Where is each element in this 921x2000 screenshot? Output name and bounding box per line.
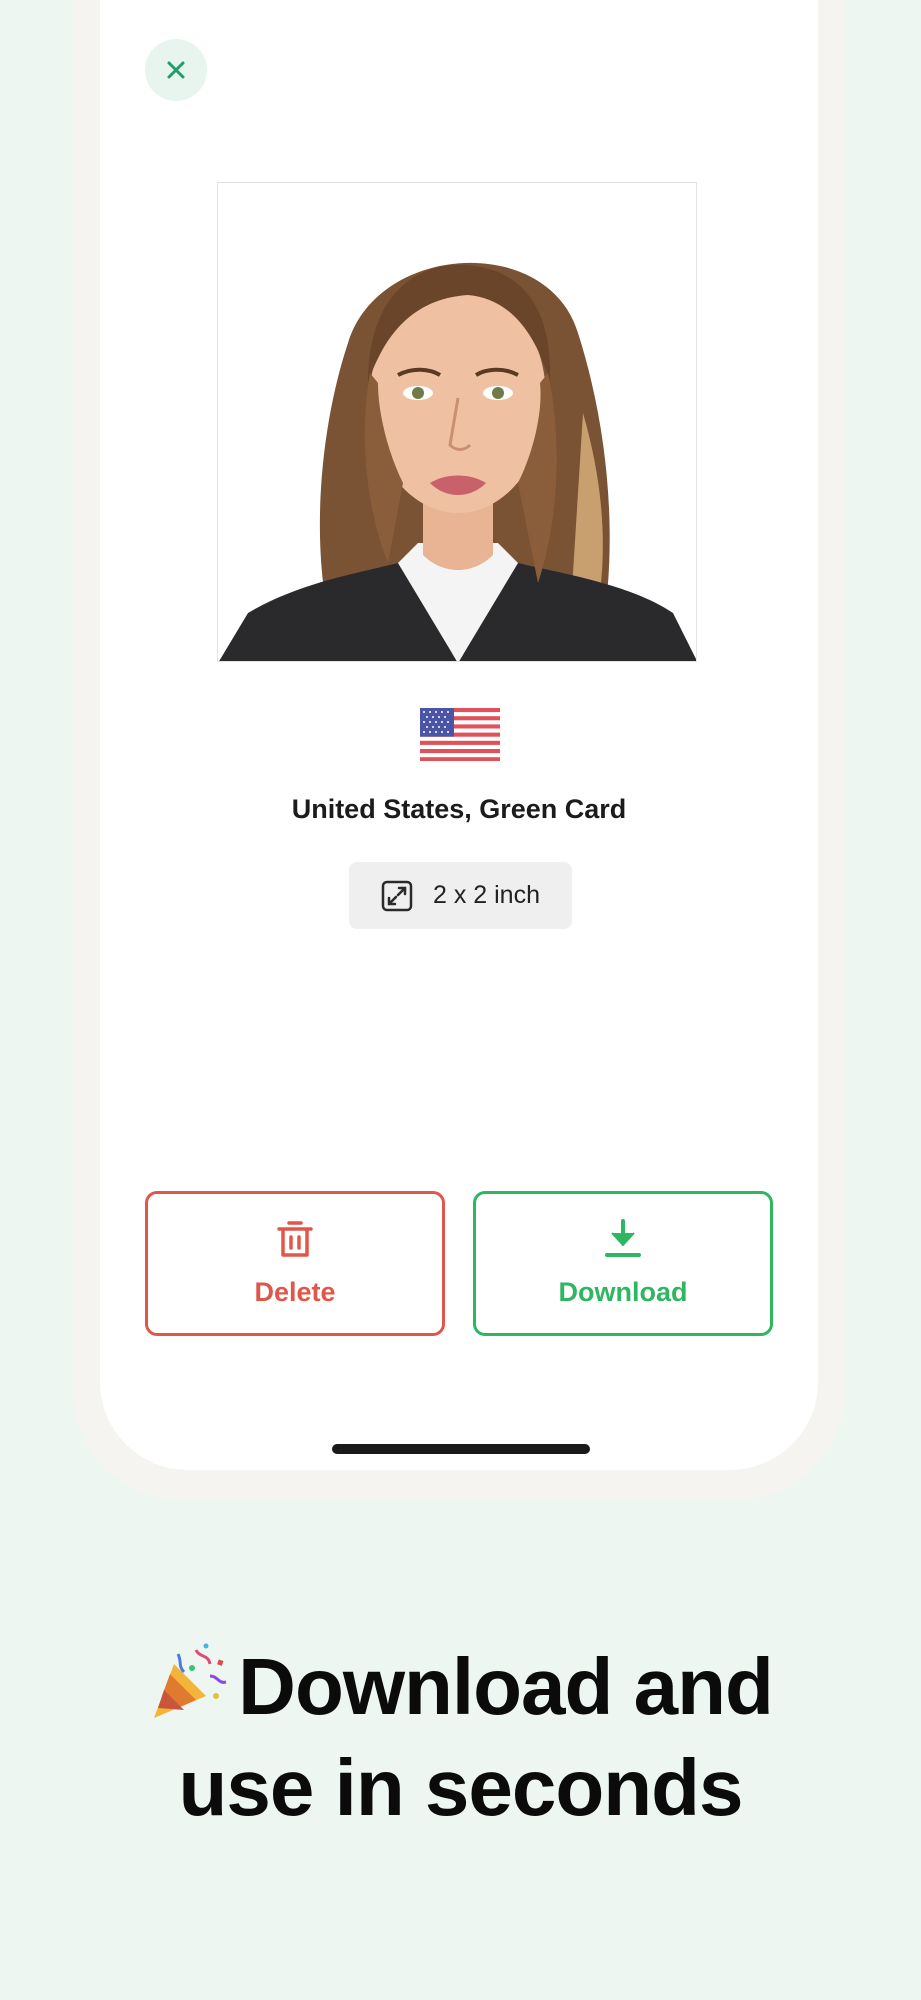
close-icon [167, 61, 185, 79]
delete-button[interactable]: Delete [145, 1191, 445, 1336]
us-flag-icon [420, 708, 500, 761]
close-button[interactable] [145, 39, 207, 101]
download-button[interactable]: Download [473, 1191, 773, 1336]
size-label: 2 x 2 inch [432, 881, 540, 909]
portrait-photo [218, 183, 696, 661]
delete-label: Delete [254, 1277, 336, 1307]
download-icon [605, 1219, 641, 1257]
size-badge: 2 x 2 inch [349, 862, 572, 929]
resize-icon [381, 880, 413, 911]
app-screenshot: United States, Green Card 2 x 2 inch Del… [0, 0, 921, 2000]
download-label: Download [558, 1277, 688, 1307]
phone-screen: United States, Green Card 2 x 2 inch Del… [100, 0, 818, 1470]
home-indicator [332, 1444, 590, 1454]
document-title: United States, Green Card [291, 794, 627, 824]
headline-line-1: Download and [238, 1642, 774, 1731]
party-popper-icon [148, 1642, 228, 1741]
promo-headline: Download and use in seconds [0, 1640, 921, 1834]
id-photo-preview [217, 182, 697, 662]
trash-icon [277, 1221, 313, 1257]
headline-line-2: use in seconds [178, 1743, 744, 1832]
